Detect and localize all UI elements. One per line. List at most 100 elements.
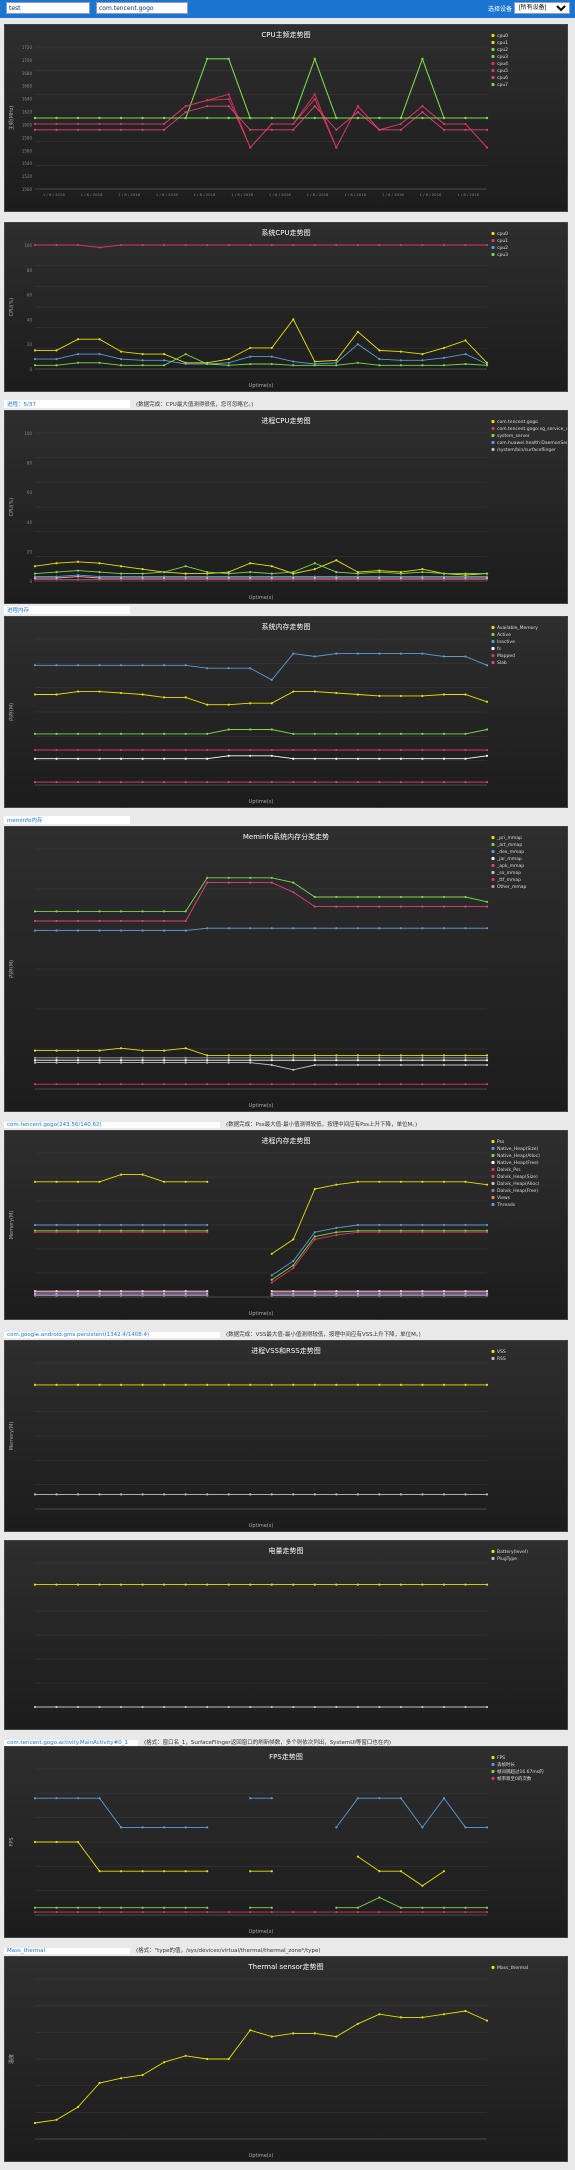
data-point — [141, 1083, 144, 1086]
data-point — [227, 357, 230, 361]
data-point — [442, 122, 446, 126]
data-point — [421, 1906, 424, 1909]
info-pkg[interactable]: com.tencent.gogo.activity.MainActivity#0… — [4, 1740, 138, 1746]
legend-label: cpu7 — [497, 82, 508, 88]
info-pkg[interactable]: Mass_thermal — [4, 1948, 130, 1954]
data-point — [464, 353, 467, 356]
legend-label: cpu0 — [497, 231, 508, 237]
device-select[interactable]: [所有设备] — [514, 2, 570, 14]
y-tick-label: 1580 — [22, 135, 33, 140]
legend-marker — [491, 835, 495, 840]
data-point — [313, 93, 316, 96]
data-point — [313, 1083, 316, 1086]
data-point — [76, 1910, 80, 1914]
data-point — [313, 1910, 316, 1914]
data-point — [141, 748, 144, 752]
test-field[interactable] — [6, 2, 90, 14]
data-point — [313, 1294, 316, 1297]
data-point — [33, 364, 37, 367]
legend-label: _jar_mmap — [496, 856, 522, 862]
data-point — [119, 664, 123, 667]
data-point — [292, 1583, 295, 1586]
data-point — [184, 1870, 187, 1873]
data-point — [163, 1061, 166, 1064]
data-point — [76, 780, 80, 784]
data-point — [98, 576, 101, 580]
data-point — [399, 1906, 403, 1909]
data-point — [335, 1906, 338, 1909]
info-pkg[interactable]: 进程内存 — [4, 606, 130, 614]
data-point — [442, 1223, 446, 1227]
data-point — [292, 1238, 295, 1241]
data-point — [76, 1083, 80, 1086]
data-point — [163, 576, 166, 580]
data-point — [184, 1083, 187, 1086]
y-tick-label: 1640 — [22, 97, 33, 102]
data-point — [292, 576, 295, 580]
data-point — [378, 1870, 381, 1873]
data-point — [270, 1056, 273, 1059]
data-point — [464, 1583, 467, 1586]
data-point — [442, 732, 446, 735]
x-axis-label: Uptime(s) — [249, 1929, 274, 1935]
data-point — [378, 1896, 381, 1899]
data-point — [227, 1383, 230, 1386]
info-pkg[interactable]: com.google.android.gms.persistent(1342.4… — [4, 1332, 220, 1338]
data-point — [184, 353, 187, 356]
data-point — [55, 1180, 58, 1183]
data-point — [206, 99, 209, 102]
data-point — [227, 1059, 230, 1062]
data-point — [292, 1294, 295, 1297]
data-point — [335, 1226, 338, 1229]
data-point — [119, 1047, 123, 1050]
data-point — [33, 572, 37, 575]
data-point — [55, 1223, 58, 1227]
data-point — [206, 571, 209, 574]
data-point — [206, 748, 209, 752]
data-point — [421, 780, 424, 784]
legend-label: Dalvik_Heap(Alloc) — [497, 1181, 540, 1187]
data-point — [356, 1063, 359, 1067]
data-point — [421, 243, 424, 247]
data-point — [55, 562, 58, 565]
data-point — [206, 1223, 209, 1227]
legend-marker — [491, 419, 495, 424]
package-field[interactable] — [96, 2, 188, 14]
data-point — [76, 732, 80, 735]
data-point — [421, 1223, 424, 1227]
data-point — [313, 2032, 316, 2035]
data-point — [399, 757, 403, 760]
chart-svg: CPU主频走势图主频(MHz) 1720 1700 1680 1660 1640 1620 1… — [8, 30, 508, 197]
data-point — [292, 243, 295, 247]
data-point — [119, 1383, 123, 1386]
chart-svg: Thermal sensor走势图温度 Uptime(s) Mass_thermal — [8, 1962, 528, 2159]
data-point — [356, 576, 359, 580]
data-point — [464, 1083, 467, 1086]
info-pkg[interactable]: com.tencent.gogo(243.56/140.62) — [4, 1122, 220, 1128]
data-point — [249, 702, 252, 705]
data-point — [206, 1705, 209, 1709]
data-point — [163, 353, 166, 356]
legend-marker — [491, 1160, 495, 1165]
data-point — [421, 748, 424, 752]
data-point — [270, 572, 273, 575]
data-point — [442, 1910, 446, 1914]
legend-label: cpu3 — [497, 252, 508, 258]
data-point — [335, 1910, 338, 1914]
data-point — [98, 1294, 101, 1297]
data-point — [119, 929, 123, 932]
data-point — [163, 1383, 166, 1386]
data-point — [98, 1583, 101, 1586]
data-point — [119, 1056, 123, 1059]
data-point — [378, 1223, 381, 1227]
data-point — [464, 122, 467, 126]
data-point — [249, 754, 252, 757]
data-point — [464, 1054, 467, 1057]
legend-marker — [491, 646, 495, 651]
data-point — [55, 1910, 58, 1914]
info-pkg[interactable]: meminfo内存 — [4, 816, 130, 824]
data-point — [184, 1705, 187, 1709]
legend-marker — [491, 68, 495, 73]
data-point — [76, 1840, 80, 1844]
info-pkg[interactable]: 进程：5/37 — [4, 400, 130, 408]
